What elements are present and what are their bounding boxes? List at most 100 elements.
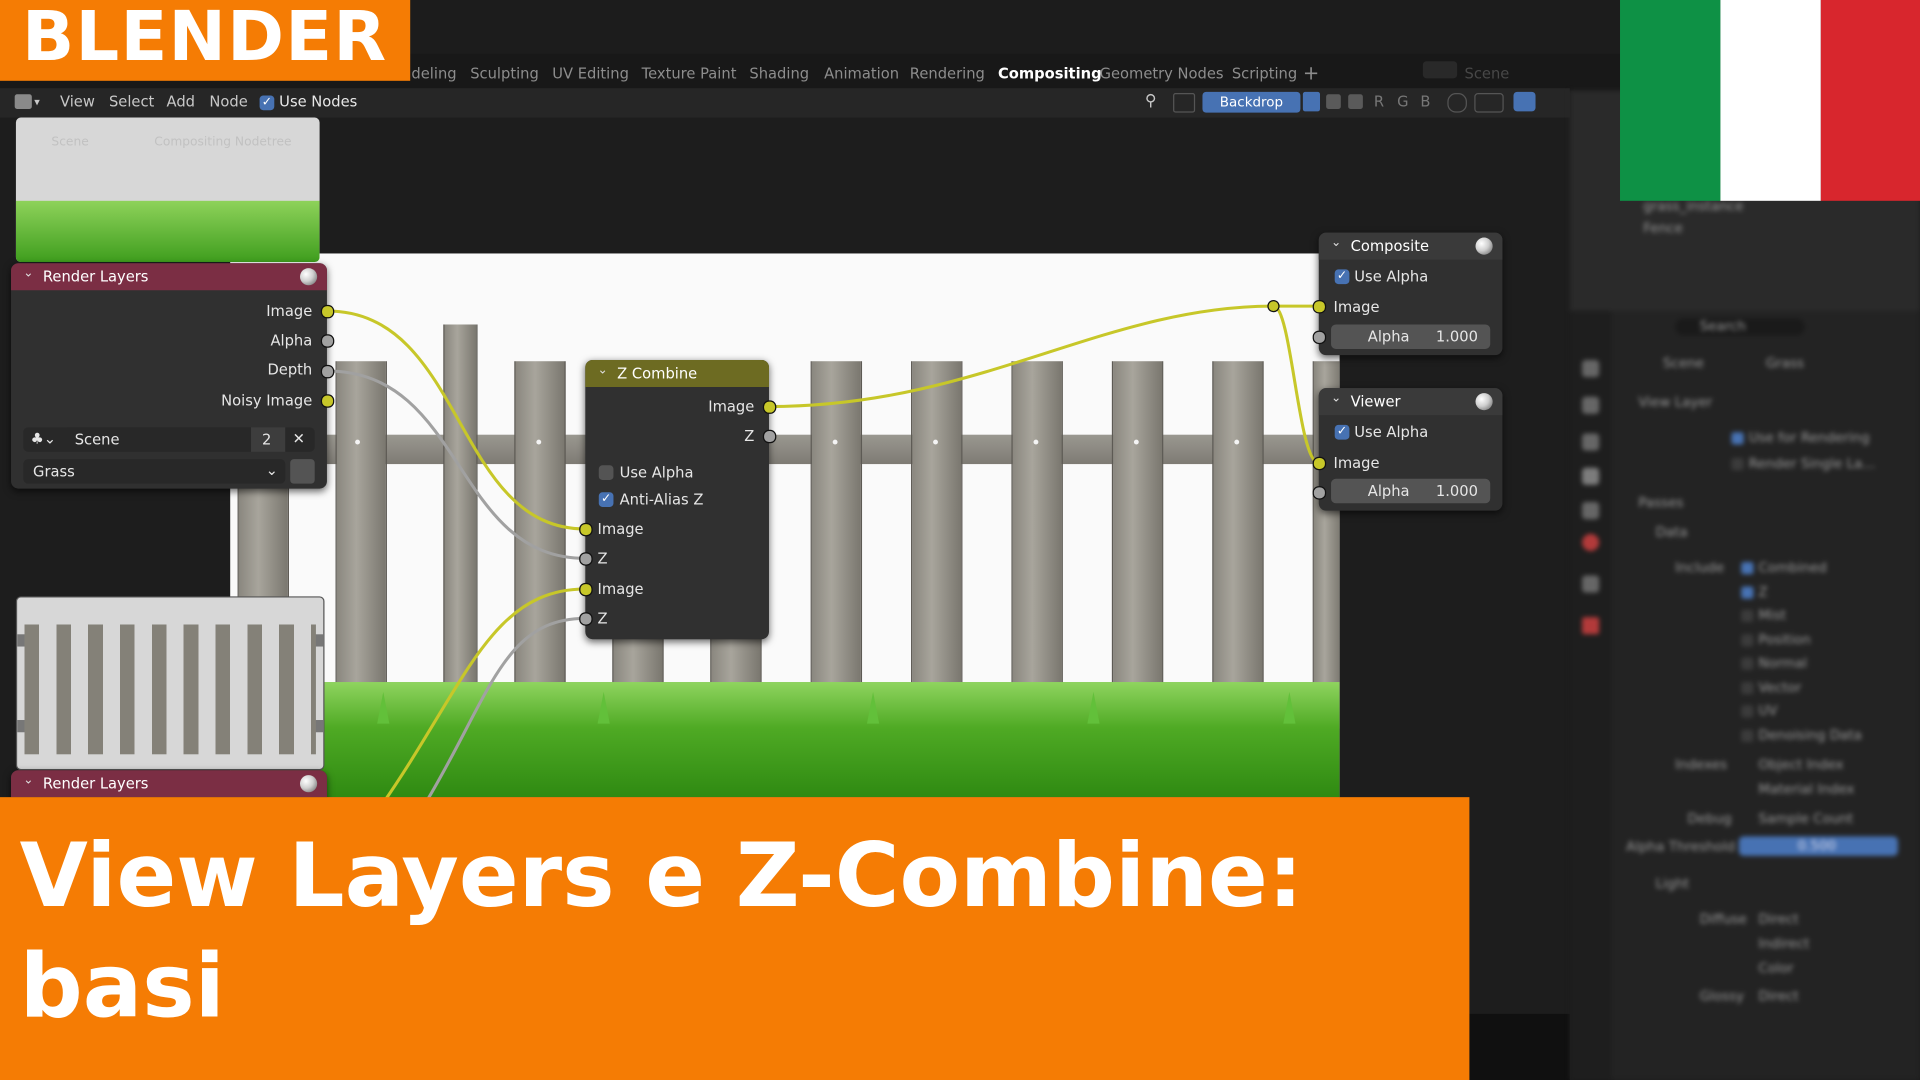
italian-flag-red (1820, 0, 1920, 201)
section-passes[interactable]: Passes (1638, 495, 1683, 511)
chevron-down-icon[interactable]: ⌄ (23, 774, 33, 787)
z-pass-checkbox[interactable] (1741, 586, 1754, 599)
render-preview-icon[interactable] (1475, 237, 1493, 255)
render-preview-icon[interactable] (300, 268, 318, 286)
properties-tab-column[interactable] (1569, 311, 1612, 1080)
composite-use-alpha-checkbox[interactable]: ✓ (1334, 269, 1350, 285)
material-index-label[interactable]: Material Index (1758, 781, 1854, 797)
render-icon[interactable] (1582, 396, 1600, 414)
world-icon[interactable] (1582, 533, 1600, 552)
unlink-scene-button[interactable]: ✕ (285, 427, 315, 452)
render-single-layer-checkbox[interactable] (1731, 457, 1744, 471)
alpha-threshold-slider[interactable]: 0.500 (1738, 836, 1898, 856)
viewer-alpha-field[interactable]: Alpha 1.000 (1331, 478, 1491, 504)
blender-logo-banner: BLENDER (0, 0, 411, 81)
socket-zcombine-image-out[interactable] (762, 400, 777, 414)
socket-zcombine-image-in-2[interactable] (579, 582, 593, 597)
render-layers-2-header[interactable]: ⌄ Render Layers (11, 770, 327, 798)
denoising-data-checkbox[interactable] (1741, 729, 1754, 743)
diffuse-direct-label[interactable]: Direct (1758, 911, 1798, 927)
viewer-alpha-label: Alpha (1367, 482, 1410, 500)
socket-zcombine-image-in-1[interactable] (579, 522, 593, 537)
composite-node[interactable]: ⌄ Composite ✓ Use Alpha Image Alpha 1.00… (1318, 232, 1503, 356)
viewer-header[interactable]: ⌄ Viewer (1318, 388, 1503, 416)
composite-alpha-field[interactable]: Alpha 1.000 (1331, 324, 1491, 349)
socket-depth-out[interactable] (320, 364, 335, 379)
vector-checkbox[interactable] (1741, 682, 1754, 695)
viewer-use-alpha-checkbox[interactable]: ✓ (1334, 424, 1350, 440)
socket-alpha-out[interactable] (320, 334, 335, 348)
z-combine-title: Z Combine (617, 364, 698, 383)
uv-checkbox[interactable] (1741, 705, 1754, 718)
include-label: Include (1675, 559, 1725, 576)
reroute-node[interactable] (1267, 300, 1280, 313)
title-line-1: View Layers e Z-Combine: (19, 824, 1304, 927)
normal-checkbox[interactable] (1741, 657, 1754, 670)
socket-zcombine-z-in-2[interactable] (579, 612, 593, 626)
composite-header[interactable]: ⌄ Composite (1318, 232, 1503, 260)
socket-zcombine-z-in-1[interactable] (579, 552, 593, 566)
diffuse-indirect-label[interactable]: Indirect (1758, 936, 1809, 952)
scene-users-count[interactable]: 2 (251, 427, 286, 452)
chevron-down-icon[interactable]: ⌄ (1331, 236, 1341, 249)
glossy-label: Glossy (1699, 988, 1745, 1005)
mist-checkbox[interactable] (1741, 609, 1754, 623)
use-for-rendering-checkbox[interactable] (1731, 432, 1744, 445)
view-layer-icon[interactable] (1582, 467, 1600, 485)
socket-composite-image-in[interactable] (1312, 300, 1327, 314)
tool-icon[interactable] (1582, 360, 1600, 378)
output-image-label: Image (266, 302, 313, 320)
section-data[interactable]: Data (1656, 524, 1688, 540)
render-preview-icon[interactable] (300, 775, 318, 793)
viewer-alpha-value: 1.000 (1435, 482, 1478, 500)
viewer-node[interactable]: ⌄ Viewer ✓ Use Alpha Image Alpha 1.000 (1318, 388, 1503, 511)
italian-flag-white (1720, 0, 1821, 201)
use-alpha-label: Use Alpha (619, 464, 694, 482)
socket-zcombine-z-out[interactable] (762, 429, 777, 444)
position-checkbox[interactable] (1741, 634, 1754, 647)
socket-composite-alpha-in[interactable] (1312, 330, 1327, 345)
viewer-title: Viewer (1350, 393, 1401, 411)
render-layers-node[interactable]: ⌄ Render Layers Image Alpha Depth Noisy … (11, 263, 327, 489)
render-layers-preview-fence (15, 596, 325, 771)
scene-type-icon[interactable]: ♣⌄ (23, 427, 68, 452)
link-zcombine-to-reroute (768, 304, 1274, 409)
texture-icon[interactable] (1582, 617, 1600, 635)
socket-image-out[interactable] (320, 304, 335, 319)
use-alpha-checkbox[interactable] (598, 465, 614, 481)
uv-label: UV (1758, 702, 1778, 719)
render-layer-icon[interactable] (290, 459, 315, 484)
z-combine-input-image-1: Image (597, 520, 644, 538)
alpha-threshold-value: 0.500 (1797, 837, 1837, 854)
socket-viewer-alpha-in[interactable] (1312, 486, 1327, 500)
socket-viewer-image-in[interactable] (1312, 456, 1327, 471)
output-noisy-image-label: Noisy Image (221, 391, 313, 409)
scene-field[interactable]: Scene (67, 427, 252, 452)
anti-alias-z-checkbox[interactable]: ✓ (598, 492, 614, 507)
chevron-down-icon[interactable]: ⌄ (23, 267, 33, 280)
scene-field-value: Scene (74, 431, 120, 449)
render-preview-icon[interactable] (1475, 393, 1493, 411)
section-light[interactable]: Light (1656, 876, 1690, 892)
outliner-item-fence[interactable]: Fence (1643, 220, 1683, 236)
diffuse-label: Diffuse (1699, 911, 1747, 927)
collection-icon[interactable] (1582, 575, 1600, 593)
sample-count-label[interactable]: Sample Count (1758, 811, 1853, 827)
glossy-direct-label[interactable]: Direct (1758, 988, 1798, 1004)
chevron-down-icon[interactable]: ⌄ (1331, 392, 1341, 405)
properties-search-input[interactable]: Search (1675, 318, 1805, 336)
combined-checkbox[interactable] (1741, 562, 1754, 575)
z-combine-node[interactable]: ⌄ Z Combine Image Z Use Alpha ✓ Anti-Ali… (585, 360, 769, 640)
scene-icon[interactable] (1582, 502, 1600, 520)
properties-panel[interactable]: grass_instance Fence Search Scene Grass … (1569, 90, 1920, 1080)
object-index-label[interactable]: Object Index (1758, 757, 1843, 773)
render-layers-header[interactable]: ⌄ Render Layers (11, 263, 327, 291)
diffuse-color-label[interactable]: Color (1758, 960, 1793, 976)
section-view-layer[interactable]: View Layer (1638, 394, 1712, 410)
chevron-down-icon[interactable]: ⌄ (598, 364, 608, 377)
socket-noisy-image-out[interactable] (320, 394, 335, 408)
breadcrumb-nodetree: Compositing Nodetree (154, 135, 292, 150)
z-combine-header[interactable]: ⌄ Z Combine (585, 360, 769, 387)
view-layer-select[interactable]: Grass ⌄ (23, 459, 286, 484)
output-icon[interactable] (1582, 433, 1600, 451)
